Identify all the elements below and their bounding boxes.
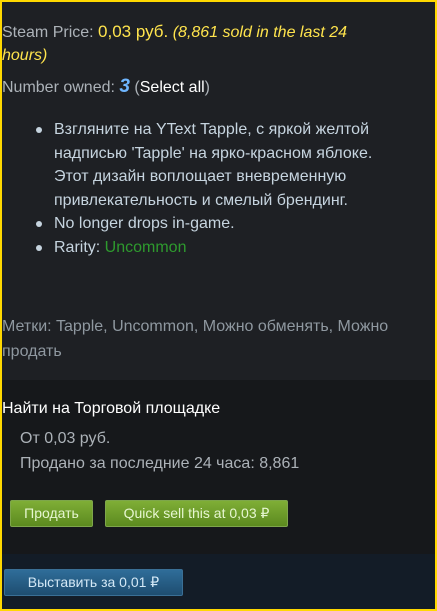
description-bullet: Взгляните на YText Tapple, с яркой желто… <box>32 118 392 212</box>
number-owned-line: Number owned: 3 (Select all) <box>2 76 210 98</box>
sell-button[interactable]: Продать <box>10 500 93 527</box>
item-info-panel: Steam Price: 0,03 руб. (8,861 sold in th… <box>0 0 437 611</box>
sold-count-note: (8,861 sold in the last 24 <box>172 24 348 41</box>
rarity-label: Rarity: <box>54 238 105 256</box>
open-paren: ( <box>129 79 140 96</box>
select-all-link[interactable]: Select all <box>140 79 205 96</box>
market-sold-count: Продано за последние 24 часа: 8,861 <box>20 455 300 472</box>
close-paren: ) <box>204 79 210 96</box>
item-tags: Метки: Tapple, Uncommon, Можно обменять,… <box>2 318 389 360</box>
number-owned-count: 3 <box>119 76 130 97</box>
list-for-price-button[interactable]: Выставить за 0,01 ₽ <box>4 569 183 596</box>
number-owned-label: Number owned: <box>2 79 120 96</box>
market-title: Найти на Торговой площадке <box>2 400 221 417</box>
list-for-sale-section: Выставить за 0,01 ₽ <box>2 554 435 609</box>
drops-bullet: No longer drops in-game. <box>32 212 392 236</box>
steam-price-line: Steam Price: 0,03 руб. (8,861 sold in th… <box>2 22 347 42</box>
rarity-value: Uncommon <box>104 238 187 256</box>
item-details-section: Steam Price: 0,03 руб. (8,861 sold in th… <box>2 2 435 380</box>
steam-price-value: 0,03 руб. <box>98 22 169 41</box>
sold-count-note-continued: hours) <box>2 47 48 64</box>
rarity-bullet: Rarity: Uncommon <box>32 236 392 260</box>
steam-price-label: Steam Price: <box>2 24 99 41</box>
item-description-list: Взгляните на YText Tapple, с яркой желто… <box>32 118 392 259</box>
market-section: Найти на Торговой площадке От 0,03 руб. … <box>2 380 435 554</box>
quick-sell-button[interactable]: Quick sell this at 0,03 ₽ <box>105 500 288 527</box>
market-lowest-price: От 0,03 руб. <box>20 430 111 447</box>
